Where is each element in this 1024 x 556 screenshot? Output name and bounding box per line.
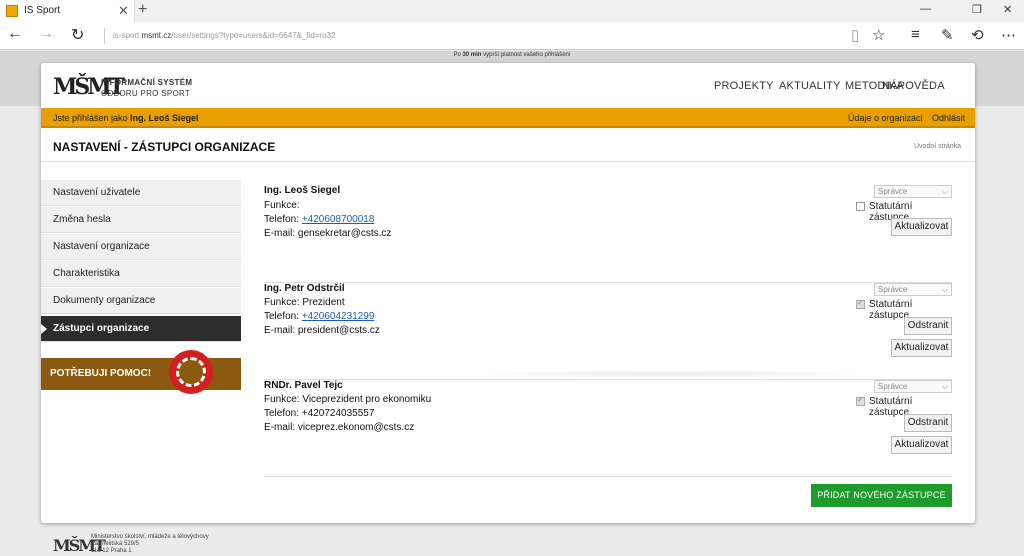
logged-user-name: Ing. Leoš Siegel	[130, 113, 199, 123]
close-window-icon[interactable]: ✕	[1003, 3, 1012, 16]
logout-link[interactable]: Odhlásit	[932, 113, 965, 123]
breadcrumb-home[interactable]: Úvodní stránka	[914, 143, 961, 150]
address-bar: ← → ↻ is-sport.msmt.cz/user/settings?typ…	[0, 22, 1024, 50]
footer-city: 118 12 Praha 1	[91, 548, 132, 554]
rep-role-select[interactable]: Správce ⌵	[874, 185, 952, 198]
rep-phone-link[interactable]: +420608700018	[302, 214, 375, 225]
representative-card: Ing. Leoš Siegel Funkce: Telefon: +42060…	[264, 185, 952, 265]
org-info-link[interactable]: Údaje o organizaci	[848, 113, 923, 123]
logged-in-text: Jste přihlášen jako Ing. Leoš Siegel	[53, 113, 199, 123]
chevron-down-icon: ⌵	[941, 187, 948, 196]
rep-name: RNDr. Pavel Tejc	[264, 380, 343, 391]
rep-name: Ing. Leoš Siegel	[264, 185, 341, 196]
forward-icon[interactable]: →	[38, 25, 54, 43]
footer-street: Karmelitská 529/5	[91, 541, 140, 547]
brand-line-1: INFORMAČNÍ SYSTÉM	[101, 78, 193, 87]
update-button[interactable]: Aktualizovat	[891, 436, 952, 454]
rep-phone: Telefon: +420608700018	[264, 214, 375, 225]
browser-tab[interactable]: IS Sport ✕	[0, 0, 135, 22]
menu-projekty[interactable]: PROJEKTY	[714, 80, 774, 92]
representative-card: Ing. Petr Odstrčil Funkce: Prezident Tel…	[264, 283, 952, 373]
active-arrow-icon	[41, 324, 47, 334]
brand-line-2: ODBORU PRO SPORT	[101, 89, 191, 98]
rep-role-select[interactable]: Správce ⌵	[874, 380, 952, 393]
share-icon[interactable]: ⟲	[971, 26, 984, 44]
rep-function: Funkce: Viceprezident pro ekonomiku	[264, 394, 432, 405]
minimize-icon[interactable]: —	[920, 3, 931, 15]
chevron-down-icon: ⌵	[941, 382, 948, 391]
restore-icon[interactable]: ❐	[972, 3, 982, 16]
tab-title: IS Sport	[24, 5, 61, 16]
rep-phone: Telefon: +420604231299	[264, 311, 375, 322]
sidebar-item-user-settings[interactable]: Nastavení uživatele	[41, 180, 241, 206]
new-tab-icon[interactable]: +	[138, 1, 147, 19]
browser-tabbar: IS Sport ✕ + — ❐ ✕	[0, 0, 1024, 22]
session-timeout-notice: Po 30 min vyprší platnost vašeho přihláš…	[453, 52, 571, 58]
reading-view-icon[interactable]: ▯	[851, 26, 859, 44]
title-divider	[41, 161, 975, 162]
close-tab-icon[interactable]: ✕	[118, 3, 129, 19]
rep-email: E-mail: gensekretar@csts.cz	[264, 228, 392, 239]
remove-button[interactable]: Odstranit	[904, 414, 952, 432]
menu-aktuality[interactable]: AKTUALITY	[779, 80, 841, 92]
user-bar: Jste přihlášen jako Ing. Leoš Siegel Úda…	[41, 108, 975, 128]
representative-card: RNDr. Pavel Tejc Funkce: Viceprezident p…	[264, 380, 952, 470]
sidebar-item-org-settings[interactable]: Nastavení organizace	[41, 234, 241, 260]
update-button[interactable]: Aktualizovat	[891, 339, 952, 357]
menu-napoveda[interactable]: NÁPOVĚDA	[882, 80, 945, 92]
statutory-checkbox[interactable]	[856, 202, 865, 211]
rep-function: Funkce:	[264, 200, 300, 211]
rep-function: Funkce: Prezident	[264, 297, 345, 308]
hub-icon[interactable]: ≡	[911, 26, 920, 43]
sidebar-item-org-documents[interactable]: Dokumenty organizace	[41, 288, 241, 314]
help-banner[interactable]: POTŘEBUJI POMOC!	[41, 350, 241, 394]
msmt-logo[interactable]: MŠMT	[53, 72, 125, 104]
help-label: POTŘEBUJI POMOC!	[50, 368, 152, 379]
site-favicon-icon	[6, 5, 18, 17]
sidebar-item-characteristics[interactable]: Charakteristika	[41, 261, 241, 287]
statutory-checkbox[interactable]	[856, 298, 865, 309]
rep-email: E-mail: viceprez.ekonom@csts.cz	[264, 422, 415, 433]
favorite-star-icon[interactable]: ☆	[872, 26, 885, 44]
add-representative-button[interactable]: PŘIDAT NOVÉHO ZÁSTUPCE	[811, 484, 952, 507]
sidebar-item-change-password[interactable]: Změna hesla	[41, 207, 241, 233]
more-icon[interactable]: ⋯	[1001, 26, 1016, 44]
footer-ministry: Ministerstvo školství, mládeže a tělovýc…	[91, 534, 209, 540]
section-shadow	[461, 370, 881, 378]
page-viewport: Po 30 min vyprší platnost vašeho přihláš…	[0, 51, 1024, 556]
update-button[interactable]: Aktualizovat	[891, 218, 952, 236]
rep-email: E-mail: president@csts.cz	[264, 325, 380, 336]
main-card: MŠMT INFORMAČNÍ SYSTÉM ODBORU PRO SPORT …	[41, 63, 975, 523]
web-note-icon[interactable]: ✎	[941, 26, 954, 44]
back-icon[interactable]: ←	[7, 25, 23, 43]
remove-button[interactable]: Odstranit	[904, 317, 952, 335]
refresh-icon[interactable]: ↻	[71, 25, 84, 45]
rep-role-select[interactable]: Správce ⌵	[874, 283, 952, 296]
lifebuoy-rope-icon	[176, 357, 206, 387]
statutory-checkbox[interactable]	[856, 395, 865, 406]
chevron-down-icon: ⌵	[941, 285, 948, 294]
rep-divider	[264, 476, 952, 477]
page-title: NASTAVENÍ - ZÁSTUPCI ORGANIZACE	[53, 140, 276, 154]
rep-phone-link[interactable]: +420604231299	[302, 311, 375, 322]
rep-phone: Telefon: +420724035557	[264, 408, 375, 419]
sidebar-item-org-representatives[interactable]: Zástupci organizace	[41, 316, 241, 342]
rep-name: Ing. Petr Odstrčil	[264, 283, 345, 294]
url-field[interactable]: is-sport.msmt.cz/user/settings?type=user…	[104, 28, 804, 44]
